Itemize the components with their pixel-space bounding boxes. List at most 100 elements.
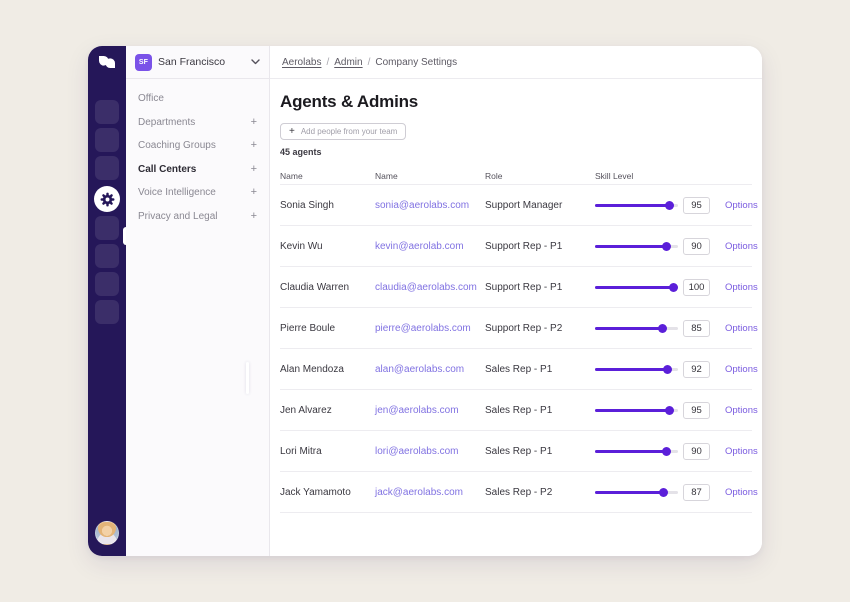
breadcrumb-admin[interactable]: Admin [334,57,362,68]
slider-thumb[interactable] [665,201,674,210]
rail-nav-icon-2[interactable] [95,128,119,152]
agent-role: Sales Rep - P1 [485,446,595,457]
skill-value-input[interactable]: 90 [683,238,710,255]
skill-slider[interactable] [595,241,678,252]
sidebar-item-departments[interactable]: Departments + [126,111,269,135]
sidebar-item-privacy-and-legal[interactable]: Privacy and Legal + [126,205,269,229]
skill-value-input[interactable]: 100 [683,279,710,296]
sidebar-nav: Office Departments + Coaching Groups + C… [126,79,269,228]
skill-value-input[interactable]: 90 [683,443,710,460]
add-people-label: Add people from your team [301,127,398,136]
agent-email[interactable]: lori@aerolabs.com [375,446,485,457]
table-row: Lori Mitra lori@aerolabs.com Sales Rep -… [280,431,752,472]
agent-role: Support Rep - P1 [485,241,595,252]
agent-email[interactable]: claudia@aerolabs.com [375,282,485,293]
options-link[interactable]: Options [725,241,758,252]
sidebar-item-coaching-groups[interactable]: Coaching Groups + [126,134,269,158]
skill-value-input[interactable]: 95 [683,197,710,214]
agent-name: Alan Mendoza [280,364,375,375]
rail-nav-icon-5[interactable] [95,244,119,268]
expand-plus-icon[interactable]: + [251,164,257,175]
options-link[interactable]: Options [725,323,758,334]
slider-thumb[interactable] [662,447,671,456]
agent-name: Jack Yamamoto [280,487,375,498]
breadcrumb: Aerolabs / Admin / Company Settings [270,46,762,79]
expand-plus-icon[interactable]: + [251,187,257,198]
agent-name: Kevin Wu [280,241,375,252]
agent-name: Pierre Boule [280,323,375,334]
skill-slider[interactable] [595,446,678,457]
agent-email[interactable]: kevin@aerolab.com [375,241,485,252]
slider-fill [595,245,666,248]
skill-slider[interactable] [595,364,678,375]
breadcrumb-aerolabs[interactable]: Aerolabs [282,57,321,68]
add-people-button[interactable]: + Add people from your team [280,123,406,140]
table-row: Jen Alvarez jen@aerolabs.com Sales Rep -… [280,390,752,431]
agents-table: Name Name Role Skill Level Sonia Singh s… [280,168,752,513]
table-body: Sonia Singh sonia@aerolabs.com Support M… [280,185,752,513]
slider-thumb[interactable] [663,365,672,374]
user-avatar[interactable] [95,521,119,545]
rail-nav-icon-3[interactable] [95,156,119,180]
skill-value-input[interactable]: 85 [683,320,710,337]
agent-role: Sales Rep - P1 [485,405,595,416]
options-link[interactable]: Options [725,364,758,375]
header-email: Name [375,171,485,181]
skill-slider[interactable] [595,200,678,211]
options-link[interactable]: Options [725,446,758,457]
sidebar-item-voice-intelligence[interactable]: Voice Intelligence + [126,181,269,205]
expand-plus-icon[interactable]: + [251,211,257,222]
expand-plus-icon[interactable]: + [251,140,257,151]
agent-email[interactable]: sonia@aerolabs.com [375,200,485,211]
header-role: Role [485,171,595,181]
agent-email[interactable]: pierre@aerolabs.com [375,323,485,334]
settings-gear-icon[interactable] [94,186,120,212]
skill-slider[interactable] [595,405,678,416]
skill-slider[interactable] [595,487,678,498]
plus-icon: + [289,127,295,137]
skill-slider[interactable] [595,323,678,334]
icon-rail [88,46,126,556]
rail-nav-icon-1[interactable] [95,100,119,124]
agent-role: Sales Rep - P2 [485,487,595,498]
workspace-selector[interactable]: SF San Francisco [126,46,269,79]
options-link[interactable]: Options [725,487,758,498]
agent-email[interactable]: alan@aerolabs.com [375,364,485,375]
page-content: Agents & Admins + Add people from your t… [270,79,762,513]
slider-thumb[interactable] [659,488,668,497]
slider-thumb[interactable] [658,324,667,333]
skill-value-input[interactable]: 92 [683,361,710,378]
sidebar-item-call-centers[interactable]: Call Centers + [126,158,269,182]
breadcrumb-current: Company Settings [375,57,457,68]
slider-thumb[interactable] [669,283,678,292]
slider-fill [595,409,670,412]
slider-fill [595,204,670,207]
rail-nav-icon-6[interactable] [95,272,119,296]
options-link[interactable]: Options [725,405,758,416]
agents-count: 45 agents [280,147,752,157]
expand-plus-icon[interactable]: + [251,117,257,128]
header-skill-level: Skill Level [595,171,683,181]
rail-nav-icon-4[interactable] [95,216,119,240]
skill-value-input[interactable]: 95 [683,402,710,419]
options-link[interactable]: Options [725,282,758,293]
app-logo-icon [97,55,117,74]
workspace-badge: SF [135,54,152,71]
agent-role: Support Rep - P1 [485,282,595,293]
agent-role: Support Rep - P2 [485,323,595,334]
agent-email[interactable]: jack@aerolabs.com [375,487,485,498]
rail-nav-icon-7[interactable] [95,300,119,324]
table-row: Sonia Singh sonia@aerolabs.com Support M… [280,185,752,226]
sidebar-item-office[interactable]: Office [126,87,269,111]
agent-email[interactable]: jen@aerolabs.com [375,405,485,416]
table-row: Kevin Wu kevin@aerolab.com Support Rep -… [280,226,752,267]
table-row: Jack Yamamoto jack@aerolabs.com Sales Re… [280,472,752,513]
skill-slider[interactable] [595,282,678,293]
slider-thumb[interactable] [665,406,674,415]
slider-thumb[interactable] [662,242,671,251]
settings-sidebar: SF San Francisco Office Departments + Co… [126,46,270,556]
options-link[interactable]: Options [725,200,758,211]
agent-role: Support Manager [485,200,595,211]
skill-value-input[interactable]: 87 [683,484,710,501]
sidebar-scrollbar-thumb[interactable] [246,362,249,394]
